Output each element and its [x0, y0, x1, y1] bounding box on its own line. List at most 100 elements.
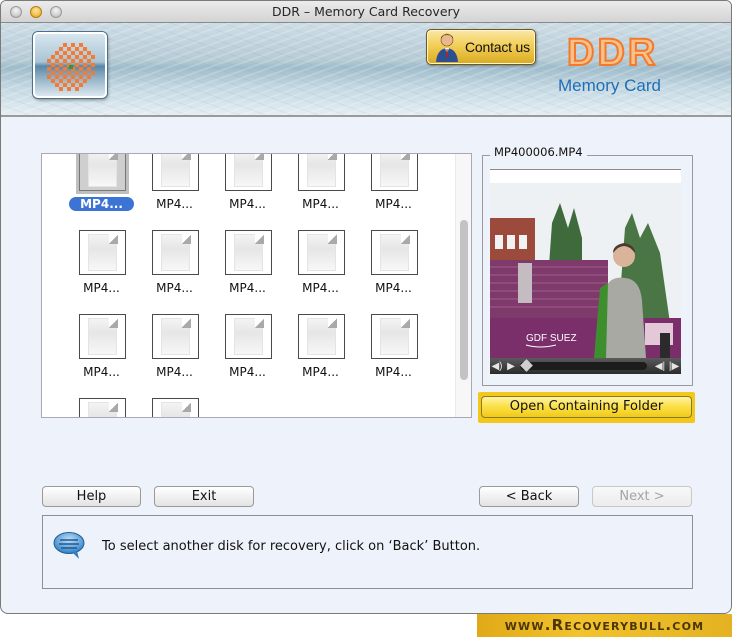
file-item[interactable]: MP4...: [65, 314, 138, 394]
file-name-text: MP4...: [156, 197, 193, 211]
next-button[interactable]: Next >: [592, 486, 692, 507]
file-item[interactable]: MP4...: [138, 154, 211, 226]
file-name-text: MP4...: [229, 365, 266, 379]
video-frame-image: GDF SUEZ: [490, 183, 681, 358]
page-fold-corner: [182, 318, 191, 328]
step-forward-icon[interactable]: |▶: [667, 359, 681, 373]
file-item-label: MP4...: [65, 365, 138, 380]
file-item[interactable]: MP4...: [284, 230, 357, 310]
back-button[interactable]: < Back: [479, 486, 579, 507]
page-fold-corner: [109, 318, 118, 328]
page-fold-corner: [328, 154, 337, 160]
document-icon: [79, 230, 126, 275]
title-bar: DDR – Memory Card Recovery: [1, 1, 731, 23]
document-icon: [152, 314, 199, 359]
status-message-text: To select another disk for recovery, cli…: [102, 539, 481, 554]
file-item[interactable]: MP4...: [357, 314, 430, 394]
vertical-scrollbar[interactable]: [455, 154, 471, 417]
open-folder-highlight: Open Containing Folder: [478, 392, 695, 423]
person-icon: [436, 33, 458, 62]
brand-subtitle: Memory Card: [558, 76, 661, 95]
scrollbar-thumb[interactable]: [460, 220, 468, 380]
page-fold-corner: [182, 234, 191, 244]
document-icon: [371, 314, 418, 359]
document-icon: [79, 154, 126, 191]
minimize-window-button[interactable]: [30, 6, 42, 18]
file-item-label: MP4...: [138, 197, 211, 212]
file-item[interactable]: MP4...: [211, 230, 284, 310]
video-player[interactable]: GDF SUEZ ◀) ▶ ◀| |▶: [490, 169, 681, 374]
file-item-label: MP4...: [138, 281, 211, 296]
document-icon: [152, 154, 199, 191]
open-containing-folder-button[interactable]: Open Containing Folder: [481, 396, 692, 418]
brand-name: DDR: [566, 31, 659, 75]
file-item-label: MP4...: [65, 281, 138, 296]
file-item[interactable]: MP4...: [357, 154, 430, 226]
page-fold-corner: [255, 318, 264, 328]
document-icon: [152, 398, 199, 417]
file-name-text: MP4...: [229, 197, 266, 211]
file-name-text: MP4...: [156, 281, 193, 295]
file-item-label: MP4...: [284, 365, 357, 380]
document-icon: [79, 398, 126, 417]
playback-slider[interactable]: [520, 359, 647, 372]
file-name-text: MP4...: [302, 197, 339, 211]
app-window: DDR – Memory Card Recovery Contact us DD…: [0, 0, 732, 614]
app-logo: [33, 32, 107, 98]
page-fold-corner: [401, 234, 410, 244]
document-icon: [225, 230, 272, 275]
file-item[interactable]: MP4...: [138, 230, 211, 310]
document-icon: [298, 230, 345, 275]
file-name-text: MP4...: [375, 197, 412, 211]
document-icon: [298, 314, 345, 359]
zoom-window-button[interactable]: [50, 6, 62, 18]
file-item[interactable]: MP4...: [138, 314, 211, 394]
page-fold-corner: [109, 154, 118, 160]
file-item[interactable]: MP4...: [65, 230, 138, 310]
file-name-text: MP4...: [229, 281, 266, 295]
page-fold-corner: [182, 154, 191, 160]
preview-file-name: MP400006.MP4: [490, 145, 587, 159]
document-icon: [298, 154, 345, 191]
file-name-text: MP4...: [156, 365, 193, 379]
contact-us-label: Contact us: [465, 39, 530, 55]
page-fold-corner: [182, 402, 191, 412]
contact-us-button[interactable]: Contact us: [426, 29, 536, 65]
file-item[interactable]: [65, 398, 138, 417]
file-item[interactable]: MP4...: [284, 154, 357, 226]
file-name-text: MP4...: [83, 281, 120, 295]
file-name-text: MP4...: [375, 281, 412, 295]
document-icon: [371, 230, 418, 275]
file-item[interactable]: MP4...: [284, 314, 357, 394]
banner-text: GDF SUEZ: [526, 333, 577, 344]
page-fold-corner: [328, 318, 337, 328]
file-item[interactable]: MP4...: [357, 230, 430, 310]
file-name-text: MP4...: [83, 365, 120, 379]
player-controls: ◀) ▶ ◀| |▶: [490, 358, 681, 374]
website-watermark: www.Recoverybull.com: [477, 614, 732, 637]
speaker-icon[interactable]: ◀): [490, 359, 504, 373]
file-item-label: MP4...: [65, 197, 138, 212]
help-button[interactable]: Help: [42, 486, 141, 507]
file-item[interactable]: [138, 398, 211, 417]
file-item[interactable]: MP4...: [65, 154, 138, 226]
file-item-label: MP4...: [138, 365, 211, 380]
file-item[interactable]: MP4...: [211, 314, 284, 394]
step-back-icon[interactable]: ◀|: [653, 359, 667, 373]
file-name-text: MP4...: [302, 365, 339, 379]
close-window-button[interactable]: [10, 6, 22, 18]
file-item[interactable]: MP4...: [211, 154, 284, 226]
file-item-label: MP4...: [211, 197, 284, 212]
play-icon[interactable]: ▶: [504, 359, 518, 373]
document-icon: [152, 230, 199, 275]
document-icon: [225, 314, 272, 359]
recovered-files-browser[interactable]: MP4... MP4... MP4... MP4... MP4... MP4... MP4.…: [41, 153, 472, 418]
exit-button[interactable]: Exit: [154, 486, 254, 507]
page-fold-corner: [255, 154, 264, 160]
page-fold-corner: [401, 154, 410, 160]
page-fold-corner: [109, 234, 118, 244]
file-item-label: MP4...: [211, 365, 284, 380]
playback-slider-knob[interactable]: [520, 359, 533, 372]
file-item-label: MP4...: [357, 197, 430, 212]
file-item-label: MP4...: [357, 365, 430, 380]
